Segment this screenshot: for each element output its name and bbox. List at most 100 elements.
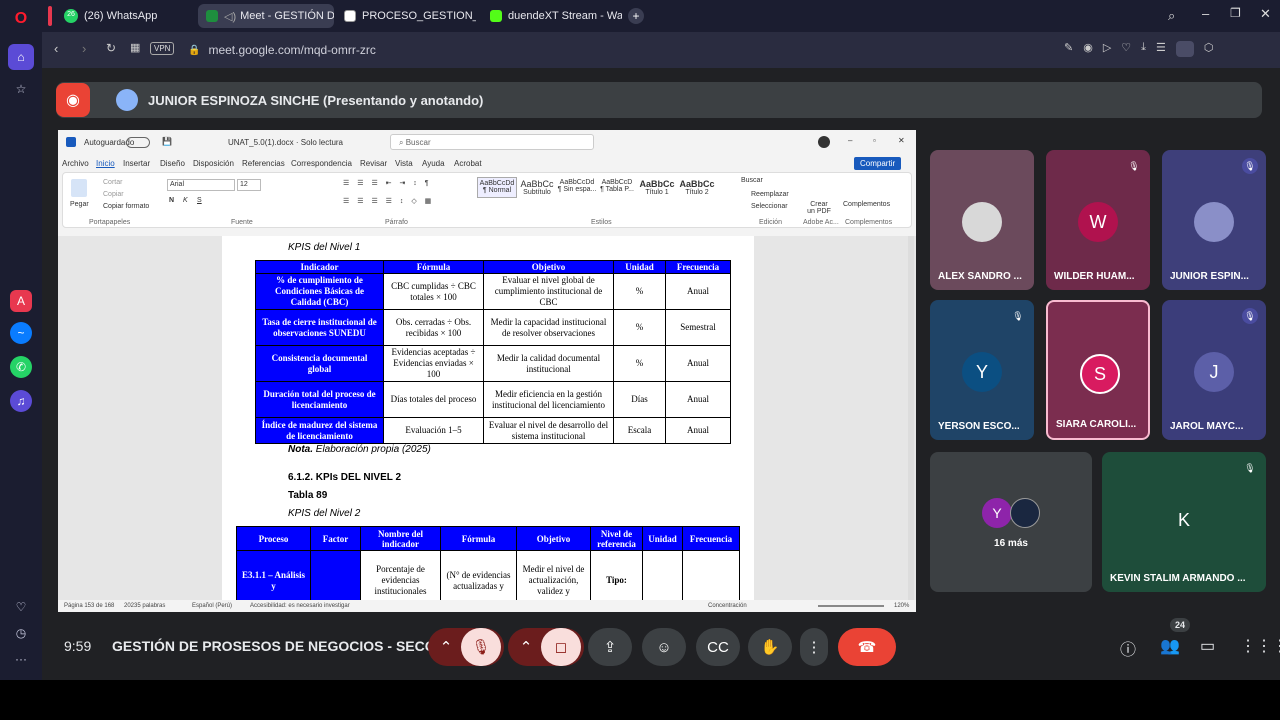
menu-acrobat[interactable]: Acrobat [454,159,482,168]
raise-hand-button[interactable]: ✋ [748,628,792,666]
menu-revisar[interactable]: Revisar [360,159,387,168]
new-tab-button[interactable]: + [628,8,644,24]
people-icon[interactable]: 👥 [1160,636,1180,656]
heart-icon[interactable]: ♡ [1121,41,1131,57]
aria-icon[interactable]: A [10,290,32,312]
font-name-box[interactable]: Arial [167,179,235,191]
whatsapp-icon[interactable]: ✆ [10,356,32,378]
history-icon[interactable]: ◷ [10,622,32,644]
leave-call-button[interactable]: ☎ [838,628,896,666]
share-button[interactable]: Compartir [854,157,902,170]
participant-tile[interactable]: 🎙 Y YERSON ESCO... [930,300,1034,440]
vertical-scrollbar[interactable] [908,236,914,600]
tab-grid-icon[interactable]: ▦ [130,41,140,54]
menu-ayuda[interactable]: Ayuda [422,159,445,168]
back-icon[interactable]: ‹ [54,41,58,56]
present-button[interactable]: ⇪ [588,628,632,666]
captions-button[interactable]: CC [696,628,740,666]
reactions-button[interactable]: ☺ [642,628,686,666]
send-icon[interactable]: ▷ [1103,41,1111,57]
activities-icon[interactable]: ⋮⋮⋮ [1240,636,1280,656]
info-icon[interactable]: ⓘ [1120,636,1136,660]
video-options-chevron-icon[interactable]: ⌃ [511,638,541,656]
copy-button[interactable]: Copiar [103,191,124,198]
close-window-icon[interactable]: ✕ [1260,6,1271,22]
participant-tile[interactable]: ALEX SANDRO ... [930,150,1034,290]
style-heading2[interactable]: AaBbCc Título 2 [677,177,717,198]
style-table[interactable]: AaBbCcD ¶ Tabla P... [597,177,637,198]
tab-document[interactable]: PROCESO_GESTION_DE_C [336,4,476,28]
extensions-icon[interactable]: ⬡ [1204,41,1214,57]
participant-tile[interactable]: 🎙 W WILDER HUAM... [1046,150,1150,290]
font-size-box[interactable]: 12 [237,179,261,191]
italic-button[interactable]: K [183,197,188,204]
format-painter-button[interactable]: Copiar formato [103,203,149,210]
music-icon[interactable]: ♫ [10,390,32,412]
find-button[interactable]: Buscar [741,177,763,184]
reload-icon[interactable]: ↻ [106,41,116,55]
style-subtitle[interactable]: AaBbCc Subtítulo [517,177,557,198]
word-close-icon[interactable]: ✕ [898,136,905,145]
zoom-level[interactable]: 120% [894,603,909,609]
align-buttons[interactable]: ☰ ☰ ☰ ☰ ↕ ◇ ▦ [343,197,434,205]
audio-options-chevron-icon[interactable]: ⌃ [431,638,461,656]
menu-inicio[interactable]: Inicio [96,159,115,168]
menu-insertar[interactable]: Insertar [123,159,150,168]
menu-referencias[interactable]: Referencias [242,159,285,168]
select-button[interactable]: Seleccionar [751,203,788,210]
list-buttons[interactable]: ☰ ☰ ☰ ⇤ ⇥ ↕ ¶ [343,179,432,187]
url-field[interactable]: 🔒 meet.google.com/mqd-omrr-zrc [188,38,1188,62]
language[interactable]: Español (Perú) [192,603,232,609]
camera-off-button[interactable]: ◻ [541,628,581,666]
messenger-icon[interactable]: ~ [10,322,32,344]
participant-tile[interactable]: 🎙 K KEVIN STALIM ARMANDO ... [1102,452,1266,592]
pin-icon[interactable]: ☆ [10,78,32,100]
underline-button[interactable]: S [197,197,202,204]
record-icon[interactable]: ◉ [56,83,90,117]
document-page[interactable]: KPIS del Nivel 1 Indicador Fórmula Objet… [222,236,754,600]
edit-icon[interactable]: ✎ [1064,41,1073,57]
style-normal[interactable]: AaBbCcDd ¶ Normal [477,177,517,198]
more-participants-tile[interactable]: Y 16 más [930,452,1092,592]
focus-mode[interactable]: Concentración [708,603,747,609]
user-avatar[interactable] [818,136,830,148]
zoom-slider[interactable] [818,605,884,607]
participant-tile[interactable]: 🎙 JUNIOR ESPIN... [1162,150,1266,290]
chat-icon[interactable]: ▭ [1200,636,1215,656]
style-no-spacing[interactable]: AaBbCcDd ¶ Sin espa... [557,177,597,198]
easy-setup-icon[interactable]: ☰ [1156,41,1166,57]
accessibility[interactable]: Accesibilidad: es necesario investigar [250,603,350,609]
participant-tile-speaking[interactable]: S SIARA CAROLI... [1046,300,1150,440]
menu-diseno[interactable]: Diseño [160,159,185,168]
more-options-button[interactable]: ⋮ [800,628,828,666]
paste-icon[interactable] [71,179,87,197]
camera-icon[interactable]: ◉ [1083,41,1093,57]
autosave-toggle[interactable] [126,137,150,148]
restore-icon[interactable]: ❐ [1230,6,1241,20]
participant-tile[interactable]: 🎙 J JAROL MAYC... [1162,300,1266,440]
tab-meet[interactable]: ◁) Meet - GESTIÓN D [198,4,334,28]
word-restore-icon[interactable]: ▫ [873,136,876,145]
word-minimize-icon[interactable]: – [848,136,852,145]
vpn-badge[interactable]: VPN [150,42,175,55]
style-heading1[interactable]: AaBbCc Título 1 [637,177,677,198]
complements-button[interactable]: Complementos [843,201,890,208]
forward-icon[interactable]: › [82,41,86,56]
mic-off-button[interactable]: 🎙 [461,628,501,666]
favorites-heart-icon[interactable]: ♡ [10,596,32,618]
menu-archivo[interactable]: Archivo [62,159,89,168]
home-icon[interactable]: ⌂ [8,44,34,70]
cut-button[interactable]: Cortar [103,179,122,186]
replace-button[interactable]: Reemplazar [751,191,789,198]
more-icon[interactable]: ··· [10,648,32,670]
bold-button[interactable]: N [169,197,174,204]
profile-icon[interactable] [1175,41,1194,57]
menu-correspondencia[interactable]: Correspondencia [291,159,352,168]
tab-whatsapp[interactable]: 26 (26) WhatsApp [56,4,196,28]
tab-kick[interactable]: duendeXT Stream - Watch [482,4,622,28]
paste-label[interactable]: Pegar [70,201,89,208]
word-search-box[interactable]: ⌕ Buscar [390,134,594,150]
create-pdf-button[interactable]: Crear un PDF [807,201,831,215]
download-icon[interactable]: ⤓ [1141,41,1146,57]
save-icon[interactable]: 💾 [162,137,172,146]
